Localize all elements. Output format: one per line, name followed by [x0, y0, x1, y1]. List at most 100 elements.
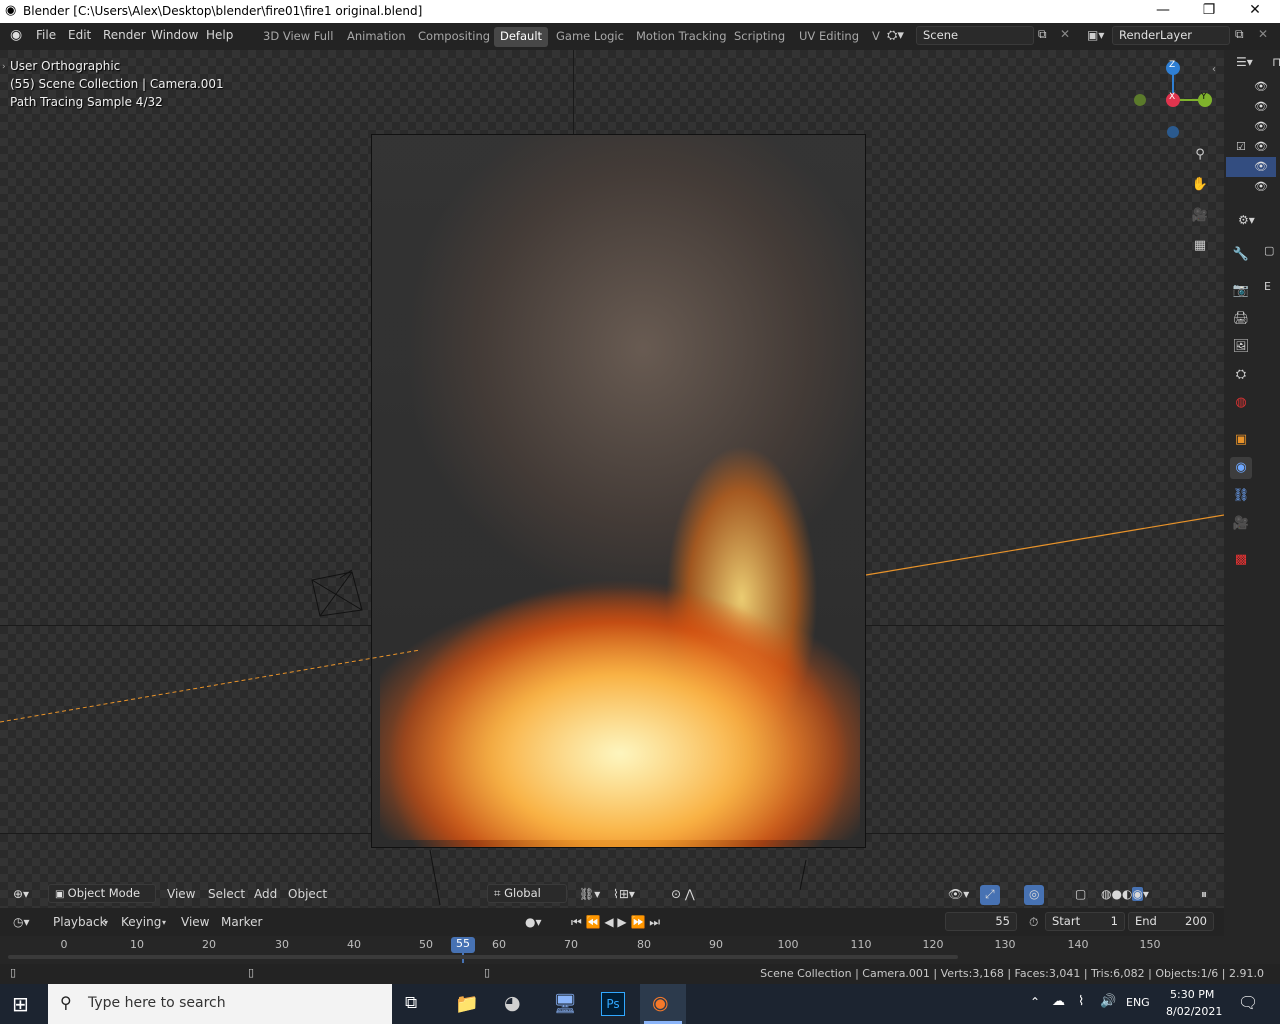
notifications-icon[interactable]: 🗨 [1238, 993, 1258, 1012]
eye-icon[interactable]: 👁 [1254, 80, 1268, 93]
photoshop-icon[interactable]: Ps [601, 992, 625, 1016]
blender-menu-icon[interactable]: ◉ [10, 27, 22, 43]
shading-modes-icon[interactable]: ◍●◐◉▾ [1096, 885, 1154, 905]
marker-menu[interactable]: Marker [216, 913, 267, 933]
preview-range-icon[interactable]: ⏱ [1024, 913, 1043, 933]
texture-properties-icon[interactable]: ▩ [1230, 549, 1252, 571]
remote-desktop-icon[interactable]: 🖥 [553, 992, 577, 1015]
chrome-icon[interactable]: ◕ [504, 992, 521, 1014]
maximize-button[interactable]: ❐ [1186, 2, 1232, 18]
tab-motion-tracking[interactable]: Motion Tracking [630, 27, 733, 47]
outliner-filter-icon[interactable]: ⊓ [1272, 55, 1280, 69]
playback-controls-icon[interactable]: ⏮ ⏪ ◀ ▶ ⏩ ⏭ [566, 913, 665, 933]
snap-icon[interactable]: ⌇⊞▾ [608, 885, 640, 905]
tab-scripting[interactable]: Scripting [728, 27, 791, 47]
scene-field[interactable]: Scene [916, 26, 1034, 45]
tab-uv-editing[interactable]: UV Editing [793, 27, 865, 47]
checkbox-icon[interactable]: ☑ [1236, 140, 1246, 153]
pause-render-icon[interactable]: ⏸ [1196, 885, 1212, 905]
clock-time[interactable]: 5:30 PM [1170, 988, 1214, 1001]
outliner-row[interactable]: ☑ 👁 [1226, 137, 1276, 157]
menu-file[interactable]: File [36, 28, 56, 42]
menu-object[interactable]: Object [283, 885, 332, 905]
taskbar-search-box[interactable]: ⚲ Type here to search [48, 984, 392, 1024]
menu-render[interactable]: Render [103, 28, 146, 42]
3d-viewport[interactable]: › User Orthographic (55) Scene Collectio… [0, 50, 1224, 910]
overlay-toggle-icon[interactable]: ◎ [1024, 885, 1045, 905]
start-frame-field[interactable]: Start 1 [1045, 912, 1125, 931]
pivot-icon[interactable]: ⛓▾ [574, 885, 605, 905]
ortho-grid-icon[interactable]: ▦ [1189, 235, 1211, 257]
timeline-editor-icon[interactable]: ◷▾ [8, 913, 35, 933]
delete-scene-icon[interactable]: ✕ [1060, 27, 1070, 41]
editor-type-icon[interactable]: ⊕▾ [8, 885, 34, 905]
sidebar-toggle-icon[interactable]: ‹ [1212, 64, 1216, 75]
keying-menu[interactable]: Keying [116, 913, 166, 933]
tab-3d-view-full[interactable]: 3D View Full [257, 27, 339, 47]
render-properties-icon[interactable]: 📷 [1230, 280, 1252, 302]
eye-icon[interactable]: 👁 [1254, 100, 1268, 113]
outliner-row[interactable]: 👁 [1226, 117, 1276, 137]
side-tab-label-icon[interactable]: E [1264, 280, 1271, 293]
eye-icon[interactable]: 👁 [1254, 180, 1268, 193]
outliner-row[interactable]: 👁 [1226, 97, 1276, 117]
new-scene-icon[interactable]: ⧉ [1038, 27, 1047, 42]
xray-icon[interactable]: ▢ [1070, 885, 1091, 905]
side-tab-icon[interactable]: ▢ [1264, 244, 1274, 257]
language-indicator[interactable]: ENG [1126, 996, 1150, 1009]
eye-icon[interactable]: 👁 [1254, 140, 1268, 153]
view-layer-properties-icon[interactable]: 🖼 [1230, 336, 1252, 358]
proportional-edit-icon[interactable]: ⊙ ⋀ [666, 885, 700, 905]
timeline-view-menu[interactable]: View [176, 913, 214, 933]
orientation-dropdown[interactable]: ⌗ Global [487, 884, 567, 903]
gizmo-toggle-icon[interactable]: ⤢ [980, 885, 1000, 905]
tab-default[interactable]: Default [494, 27, 549, 47]
close-button[interactable]: ✕ [1232, 2, 1278, 18]
properties-editor-icon[interactable]: ⚙▾ [1238, 213, 1255, 227]
scene-icon[interactable]: ⛭▾ [887, 28, 904, 43]
world-properties-icon[interactable]: ◍ [1230, 392, 1252, 414]
menu-select[interactable]: Select [203, 885, 250, 905]
constraint-properties-icon[interactable]: ⛓ [1230, 485, 1252, 507]
render-layer-field[interactable]: RenderLayer [1112, 26, 1230, 45]
object-properties-icon[interactable]: ▣ [1230, 429, 1252, 451]
outliner-row[interactable]: 👁 [1226, 177, 1276, 197]
delete-layer-icon[interactable]: ✕ [1258, 27, 1268, 41]
menu-add[interactable]: Add [249, 885, 282, 905]
tab-overflow[interactable]: V [866, 27, 886, 47]
current-frame-marker[interactable]: 55 [451, 937, 475, 953]
outliner-row-selected[interactable]: 👁 [1226, 157, 1276, 177]
zoom-icon[interactable]: ⚲ [1189, 144, 1211, 166]
minimize-button[interactable]: — [1140, 2, 1186, 18]
output-properties-icon[interactable]: 🖨 [1230, 308, 1252, 330]
new-layer-icon[interactable]: ⧉ [1235, 27, 1244, 42]
onedrive-icon[interactable]: ☁ [1052, 994, 1065, 1009]
clock-date[interactable]: 8/02/2021 [1166, 1005, 1222, 1018]
volume-icon[interactable]: 🔊 [1100, 994, 1116, 1009]
scene-properties-icon[interactable]: ⛭ [1230, 364, 1252, 386]
tab-compositing[interactable]: Compositing [412, 27, 496, 47]
task-view-icon[interactable]: ⧉ [405, 993, 417, 1013]
physics-properties-icon[interactable]: ◉ [1230, 457, 1252, 479]
blender-taskbar-item[interactable]: ◉ [640, 984, 686, 1024]
tab-animation[interactable]: Animation [341, 27, 412, 47]
playback-menu[interactable]: Playback [48, 913, 112, 933]
tab-game-logic[interactable]: Game Logic [550, 27, 630, 47]
camera-view-icon[interactable]: 🎥 [1189, 205, 1211, 227]
tray-chevron-icon[interactable]: ⌃ [1030, 995, 1040, 1009]
menu-help[interactable]: Help [206, 28, 233, 42]
timeline-ruler[interactable]: 0 10 20 30 40 50 60 70 80 90 100 110 120… [0, 936, 1224, 964]
visibility-icon[interactable]: 👁▾ [943, 885, 974, 905]
render-layer-icon[interactable]: ▣▾ [1087, 28, 1104, 42]
navigation-gizmo[interactable] [1128, 58, 1218, 148]
timeline-scrollbar[interactable] [8, 955, 958, 959]
eye-icon[interactable]: 👁 [1254, 160, 1268, 173]
data-properties-icon[interactable]: 🎥 [1230, 513, 1252, 535]
menu-window[interactable]: Window [151, 28, 198, 42]
outliner-row[interactable]: 👁 [1226, 77, 1276, 97]
end-frame-field[interactable]: End 200 [1128, 912, 1214, 931]
outliner-display-icon[interactable]: ☰▾ [1236, 55, 1253, 69]
file-explorer-icon[interactable]: 📁 [455, 992, 479, 1015]
auto-key-icon[interactable]: ●▾ [520, 913, 547, 933]
menu-view[interactable]: View [162, 885, 200, 905]
